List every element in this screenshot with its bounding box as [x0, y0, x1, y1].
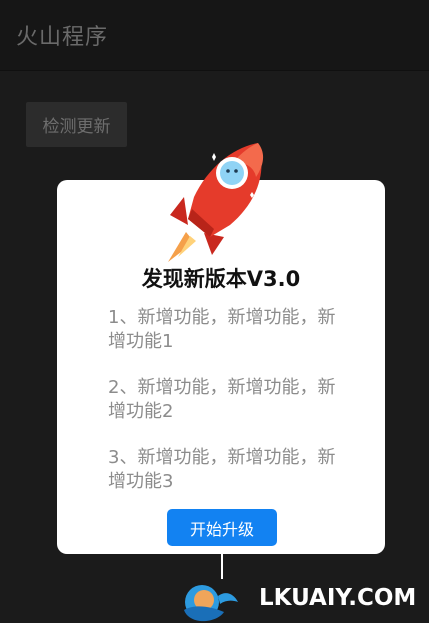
release-notes: 1、新增功能，新增功能，新增功能1 2、新增功能，新增功能，新增功能2 3、新增… [108, 306, 338, 516]
start-upgrade-button[interactable]: 开始升级 [167, 509, 277, 546]
release-note: 1、新增功能，新增功能，新增功能1 [108, 307, 336, 352]
release-note: 2、新增功能，新增功能，新增功能2 [108, 377, 336, 422]
rocket-icon [168, 143, 264, 262]
dialog-title: 发现新版本V3.0 [141, 267, 301, 291]
check-update-button[interactable]: 检测更新 [26, 102, 127, 147]
app-bar: 火山程序 [0, 0, 429, 71]
release-note: 3、新增功能，新增功能，新增功能3 [108, 447, 336, 492]
app-title: 火山程序 [16, 25, 109, 50]
watermark-text: LKUAIY.COM [259, 585, 417, 611]
